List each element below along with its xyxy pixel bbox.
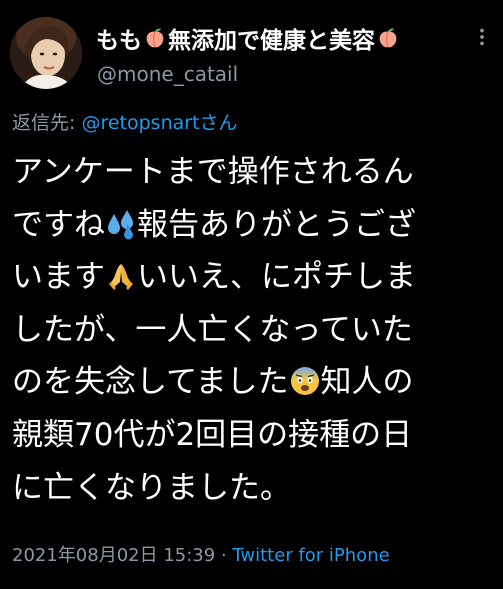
tweet-text-segment: したが、一人亡くなっていた bbox=[12, 311, 413, 348]
tweet-text-segment: いいえ、にポチしま bbox=[137, 259, 416, 296]
tweet-text-segment: 報告ありがとうござ bbox=[137, 206, 416, 243]
tweet-text-segment: に亡くなりました。 bbox=[12, 469, 291, 506]
peach-icon bbox=[146, 28, 164, 48]
tweet-line: のを失念してました 知人の bbox=[12, 356, 496, 409]
tweet-line: アンケートまで操作されるん bbox=[12, 146, 496, 199]
user-handle[interactable]: @mone_catail bbox=[97, 62, 238, 86]
avatar[interactable] bbox=[10, 17, 82, 89]
sweat-droplets-icon bbox=[108, 209, 133, 240]
source-link[interactable]: Twitter for iPhone bbox=[232, 545, 389, 566]
tweet-text: アンケートまで操作されるん ですね 報告ありがとうござ います いいえ、にポチし… bbox=[12, 146, 496, 514]
reply-suffix: さん bbox=[199, 112, 238, 134]
display-name[interactable]: もも 無添加で健康と美容 bbox=[96, 22, 399, 54]
fearful-face-icon bbox=[290, 367, 319, 396]
tweet-text-segment: 知人の bbox=[320, 364, 414, 401]
tweet-line: に亡くなりました。 bbox=[12, 462, 496, 515]
tweet-line: したが、一人亡くなっていた bbox=[12, 304, 496, 357]
tweet-text-segment: ですね bbox=[12, 206, 105, 243]
folded-hands-icon bbox=[109, 264, 133, 291]
ellipsis-icon bbox=[480, 28, 484, 46]
reply-prefix: 返信先: bbox=[12, 112, 82, 134]
tweet-detail: もも 無添加で健康と美容 @mone_catail 返信先: @retopsna… bbox=[0, 0, 503, 589]
peach-icon bbox=[379, 28, 397, 48]
more-options-button[interactable] bbox=[471, 26, 493, 48]
tweet-metadata: 2021年08月02日 15:39 · Twitter for iPhone bbox=[12, 541, 390, 567]
tweet-line: ですね 報告ありがとうござ bbox=[12, 199, 496, 252]
timestamp[interactable]: 2021年08月02日 15:39 bbox=[12, 545, 215, 566]
display-name-part1: もも bbox=[96, 28, 142, 54]
tweet-text-segment: のを失念してました bbox=[12, 364, 289, 401]
tweet-text-segment: アンケートまで操作されるん bbox=[12, 154, 414, 190]
tweet-line: 親類70代が2回目の接種の日 bbox=[12, 409, 496, 462]
tweet-text-segment: 親類70代が2回目の接種の日 bbox=[12, 416, 413, 453]
reply-context: 返信先: @retopsnartさん bbox=[12, 108, 238, 135]
tweet-line: います いいえ、にポチしま bbox=[12, 251, 496, 304]
avatar-image bbox=[10, 17, 82, 89]
meta-separator: · bbox=[215, 545, 233, 566]
tweet-text-segment: います bbox=[12, 259, 105, 296]
display-name-part2: 無添加で健康と美容 bbox=[168, 28, 375, 54]
reply-mention-link[interactable]: @retopsnart bbox=[81, 112, 199, 134]
